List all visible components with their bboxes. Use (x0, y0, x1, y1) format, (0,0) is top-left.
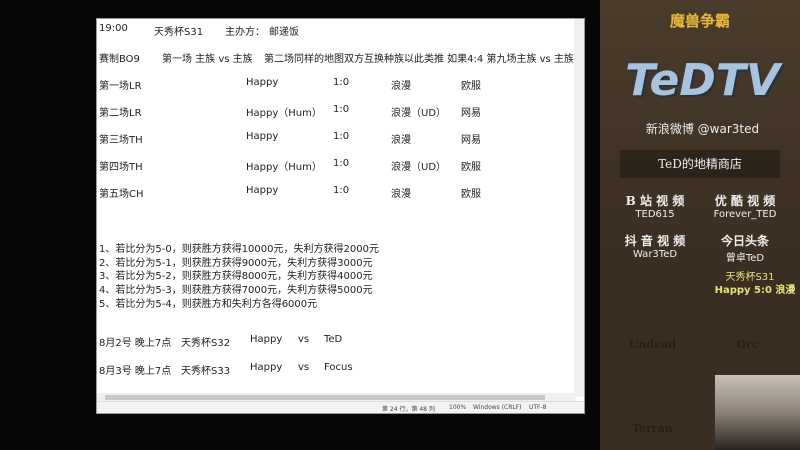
weibo: 新浪微博 @war3ted (645, 122, 760, 136)
schedule-cup: 天秀杯S32 (181, 338, 231, 349)
time: 19:00 (99, 23, 128, 34)
format-label: 赛制BO9 (99, 54, 140, 65)
scroll-thumb[interactable] (105, 395, 545, 400)
link-id: Forever_TED (713, 209, 777, 220)
prize-rule: 5、若比分为5-4，则获胜方和失利方各得6000元 (99, 298, 318, 310)
player-2: 浪漫 (391, 135, 411, 146)
server: 欧服 (461, 189, 481, 200)
format-rule-1: 第一场 主族 vs 主族 (162, 54, 253, 65)
cup-name: 天秀杯S31 (154, 27, 204, 38)
game-label: 第三场TH (99, 135, 143, 146)
score: 1:0 (333, 104, 350, 115)
schedule-player-1: Happy (250, 362, 283, 373)
game-label: 第二场LR (99, 108, 142, 119)
link-title: 优 酷 视 频 (714, 194, 776, 208)
schedule-cup: 天秀杯S33 (181, 366, 231, 377)
player-1: Happy (246, 131, 279, 142)
score: 1:0 (333, 131, 350, 142)
server: 网易 (461, 135, 481, 146)
schedule-vs: vs (298, 362, 310, 373)
player-1: Happy（Hum） (246, 108, 322, 119)
game-logo: 魔兽争霸 (669, 12, 730, 30)
schedule-vs: vs (298, 334, 310, 345)
race-terran: Terran (632, 422, 673, 435)
player-2: 浪漫（UD） (391, 162, 447, 173)
vertical-scrollbar[interactable] (574, 19, 584, 397)
server: 欧服 (461, 81, 481, 92)
cursor-position: 第 24 行，第 48 列 (382, 406, 435, 413)
player-2: 浪漫（UD） (391, 108, 447, 119)
webcam-feed (715, 375, 800, 450)
player-1: Happy (246, 185, 279, 196)
link-title: 抖 音 视 频 (624, 234, 686, 248)
score: 1:0 (333, 185, 350, 196)
zoom-level: 100% (449, 404, 467, 411)
link-id: War3TeD (632, 249, 678, 260)
schedule-player-2: Focus (324, 362, 353, 373)
game-label: 第四场TH (99, 162, 143, 173)
schedule-date: 8月2号 晚上7点 (99, 338, 172, 349)
server: 欧服 (461, 162, 481, 173)
schedule-player-2: TeD (324, 334, 343, 345)
game-label: 第一场LR (99, 81, 142, 92)
player-1: Happy (246, 77, 279, 88)
encoding: UTF-8 (529, 404, 547, 411)
host-label: 主办方： (225, 27, 265, 38)
server: 网易 (461, 108, 481, 119)
game-label: 第五场CH (99, 189, 144, 200)
overlay-score: Happy 5:0 浪漫 (714, 285, 796, 296)
link-title: 今日头条 (720, 234, 769, 248)
shop-title: TeD的地精商店 (620, 150, 780, 178)
race-orc: Orc (736, 338, 759, 351)
link-id: 曾卓TeD (725, 253, 765, 264)
race-undead: Undead (628, 338, 677, 351)
line-ending: Windows (CRLF) (473, 404, 522, 411)
score: 1:0 (333, 77, 350, 88)
player-2: 浪漫 (391, 81, 411, 92)
player-1: Happy（Hum） (246, 162, 322, 173)
brand-logo: TeDTV (625, 55, 780, 106)
notepad-window[interactable]: 19:00 天秀杯S31 主办方： 邮递饭 赛制BO9 第一场 主族 vs 主族… (96, 18, 585, 414)
schedule-date: 8月3号 晚上7点 (99, 366, 172, 377)
score: 1:0 (333, 158, 350, 169)
link-title: B 站 视 频 (625, 194, 685, 208)
host: 邮递饭 (269, 27, 299, 38)
player-2: 浪漫 (391, 189, 411, 200)
link-id: TED615 (635, 209, 675, 220)
format-rule-2: 第二场同样的地图双方互换种族以此类推 如果4:4 第九场主族 vs 主族 (264, 54, 574, 65)
schedule-player-1: Happy (250, 334, 283, 345)
status-bar: 第 24 行，第 48 列 100% Windows (CRLF) UTF-8 (97, 401, 584, 413)
horizontal-scrollbar[interactable] (97, 393, 576, 401)
